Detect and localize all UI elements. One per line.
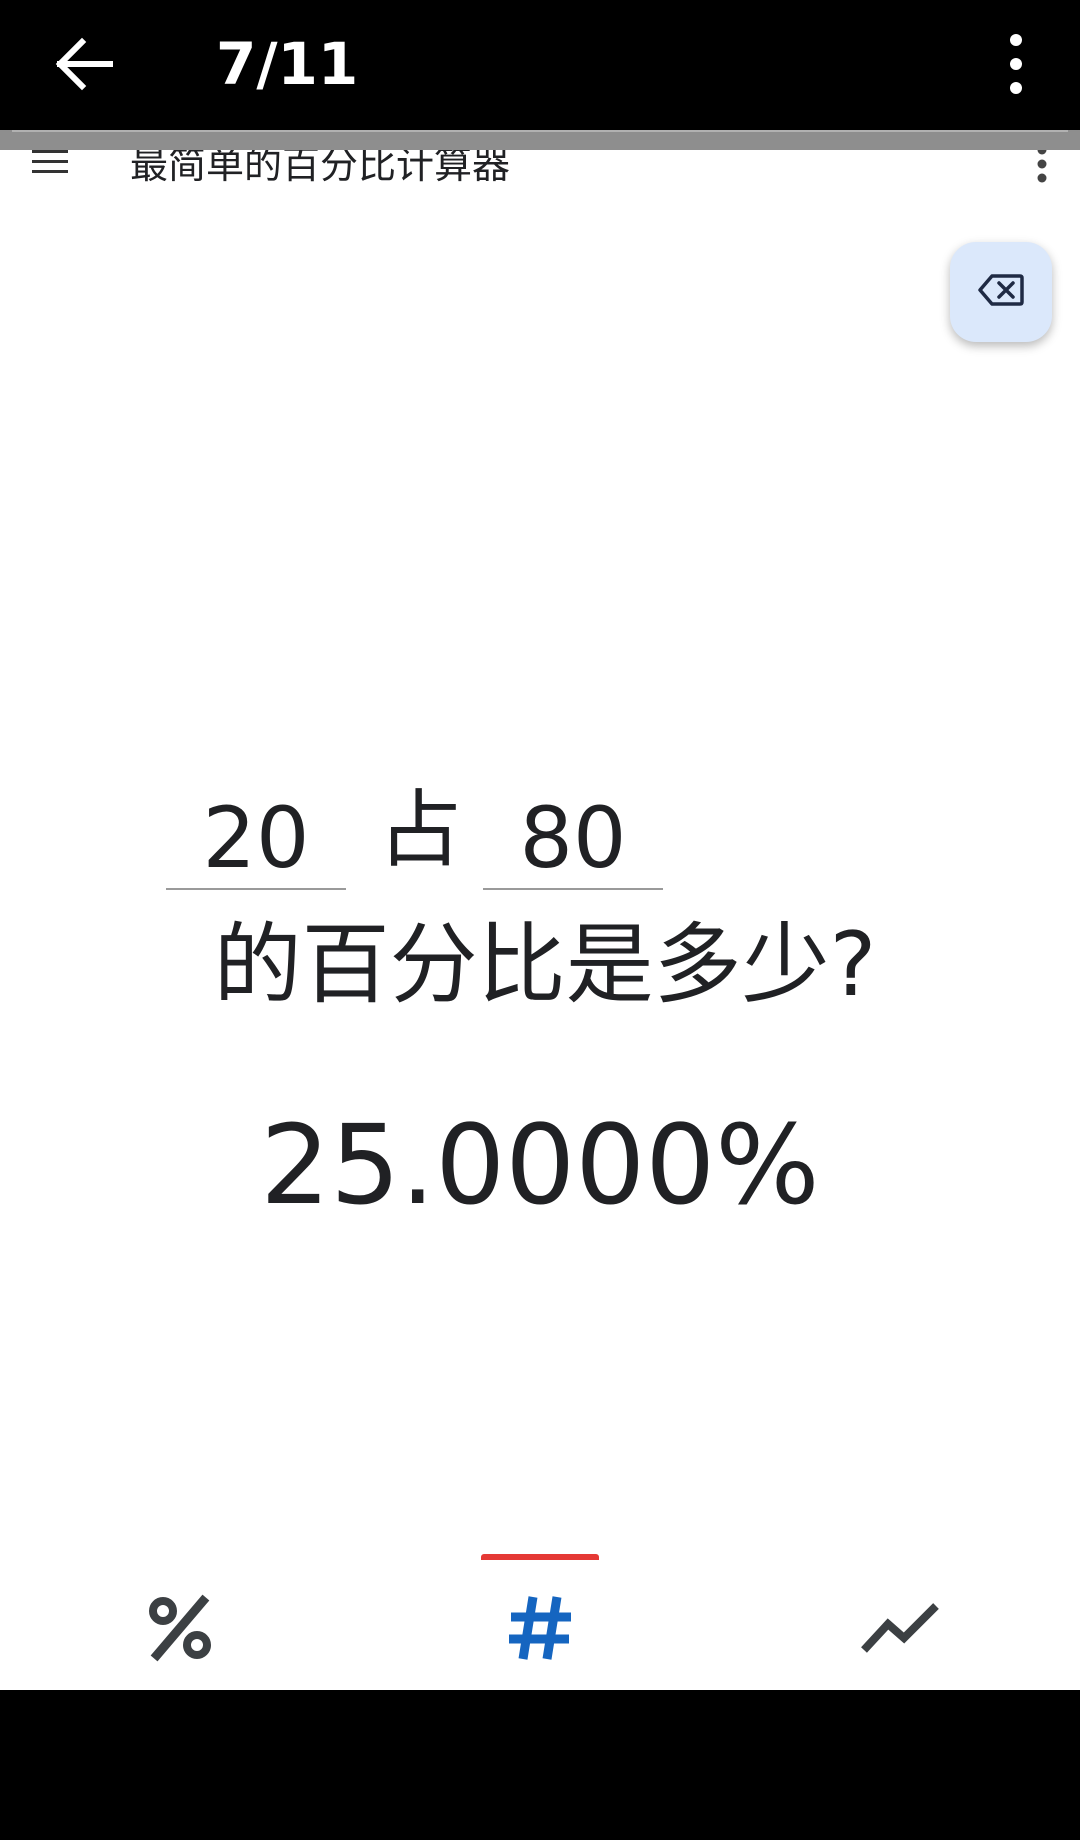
connector-label: 占 bbox=[378, 781, 463, 879]
first-number-input[interactable]: 20 bbox=[166, 788, 346, 890]
image-counter: 7/11 bbox=[216, 30, 359, 98]
more-vert-icon[interactable] bbox=[1004, 32, 1028, 96]
result-value: 25.0000% bbox=[260, 1101, 820, 1229]
bottom-black-area bbox=[0, 1690, 1080, 1840]
question-label: 的百分比是多少? bbox=[213, 913, 877, 1016]
tab-number[interactable] bbox=[360, 1570, 720, 1690]
second-number-input[interactable]: 80 bbox=[483, 788, 663, 890]
tab-trend[interactable] bbox=[720, 1570, 1080, 1690]
menu-icon[interactable] bbox=[32, 148, 68, 176]
backspace-icon bbox=[978, 273, 1024, 311]
arrow-left-icon[interactable] bbox=[48, 28, 120, 100]
backspace-button[interactable] bbox=[950, 242, 1052, 342]
hash-icon bbox=[505, 1593, 575, 1667]
selected-tab-indicator bbox=[481, 1554, 599, 1560]
bottom-navigation bbox=[0, 1570, 1080, 1690]
percent-icon bbox=[145, 1593, 215, 1667]
trending-icon bbox=[860, 1600, 940, 1660]
more-vert-icon[interactable] bbox=[1036, 144, 1048, 184]
screen: 7/11 最简单的百分比计算器 20 占 80 的百分比是多少? 25.0000… bbox=[0, 0, 1080, 1840]
viewer-top-bar: 7/11 bbox=[0, 0, 1080, 130]
app-page: 最简单的百分比计算器 20 占 80 的百分比是多少? 25.0000% bbox=[0, 130, 1080, 1690]
tab-percent[interactable] bbox=[0, 1570, 360, 1690]
